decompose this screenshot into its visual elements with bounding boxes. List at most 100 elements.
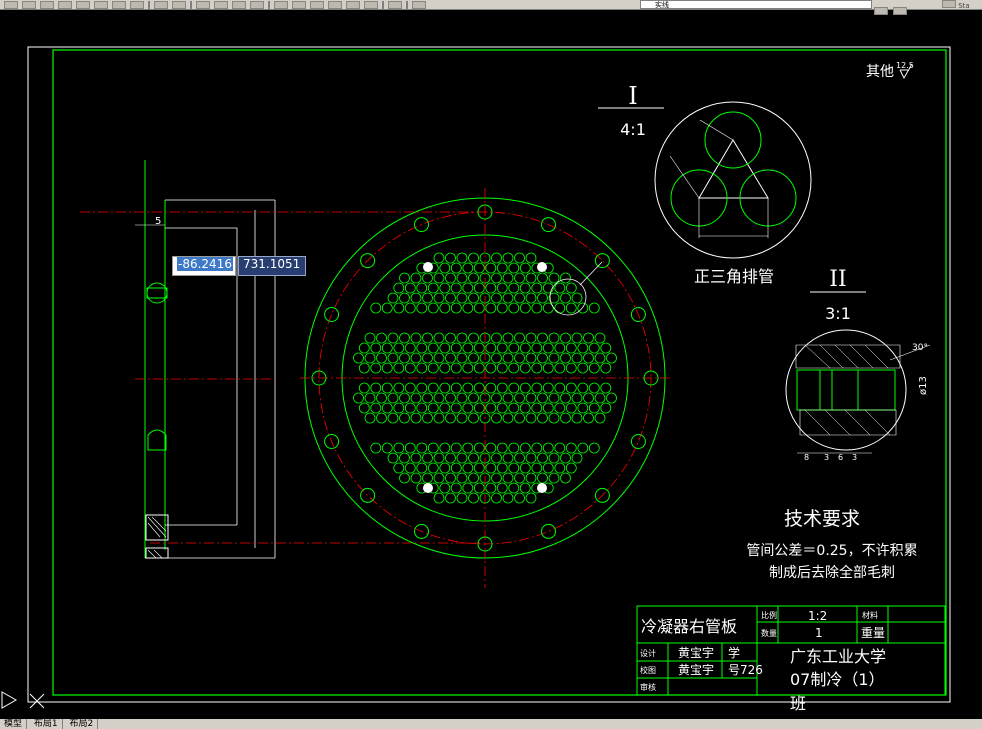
svg-text:1:2: 1:2: [808, 609, 827, 623]
tube-hole: [542, 382, 554, 394]
svg-text:3: 3: [824, 453, 829, 462]
tube-hole: [594, 332, 606, 344]
tube-hole: [588, 442, 600, 454]
tube-hole: [439, 382, 451, 394]
redo-icon[interactable]: [172, 0, 186, 9]
tube-hole: [588, 362, 600, 374]
tube-hole: [427, 442, 439, 454]
tube-hole: [571, 292, 583, 304]
tube-hole: [514, 412, 525, 424]
copy-icon[interactable]: [94, 0, 108, 9]
tube-hole: [594, 392, 606, 404]
dynamic-input-x[interactable]: -86.2416: [172, 256, 236, 276]
svg-text:07制冷（1）: 07制冷（1）: [790, 670, 885, 689]
tube-hole: [427, 402, 439, 414]
zoom-realtime-icon[interactable]: [214, 0, 228, 9]
zoom-previous-icon[interactable]: [250, 0, 264, 9]
tube-hole: [364, 392, 376, 404]
section-view: 5: [80, 160, 480, 559]
calculator-icon[interactable]: [364, 0, 378, 9]
tube-hole: [548, 332, 560, 344]
undo-icon[interactable]: [154, 0, 168, 9]
tube-hole: [381, 362, 393, 374]
tube-hole: [473, 362, 485, 374]
tube-hole: [508, 402, 520, 414]
tube-hole: [433, 252, 445, 264]
tube-hole: [450, 362, 462, 374]
layer-manager-icon[interactable]: [412, 0, 426, 9]
tab-model[interactable]: 模型: [0, 719, 28, 729]
tube-hole: [565, 282, 577, 294]
tube-hole: [399, 392, 410, 404]
tube-hole: [554, 342, 566, 354]
style-label[interactable]: Sta: [942, 0, 970, 10]
design-center-icon[interactable]: [292, 0, 306, 9]
tube-hole: [381, 442, 393, 454]
tube-hole: [491, 292, 502, 304]
tube-hole: [491, 272, 502, 284]
tube-hole: [393, 382, 405, 394]
tube-hole: [404, 382, 416, 394]
tube-hole: [468, 472, 479, 484]
tube-hole: [462, 482, 474, 494]
tube-hole: [353, 352, 364, 364]
tube-hole: [433, 392, 445, 404]
tube-hole: [416, 382, 428, 394]
tube-hole: [537, 392, 548, 404]
tube-hole: [548, 352, 560, 364]
tube-hole: [422, 292, 433, 304]
drawing-canvas[interactable]: 其他 12.5 5 I 4:1 正三角排管 II 3:1 30° ø13 8 3…: [0, 10, 982, 719]
tube-hole: [537, 332, 548, 344]
tab-layout2[interactable]: 布局2: [65, 719, 99, 729]
pan-icon[interactable]: [196, 0, 210, 9]
bolt-hole: [630, 434, 646, 449]
tube-hole: [548, 452, 560, 464]
tube-hole: [473, 442, 485, 454]
print-icon[interactable]: [58, 0, 72, 9]
tube-hole: [358, 342, 370, 354]
tube-hole: [496, 382, 508, 394]
sheet-set-icon[interactable]: [328, 0, 342, 9]
tube-hole: [473, 382, 485, 394]
properties-icon[interactable]: [274, 0, 288, 9]
tube-hole: [548, 412, 560, 424]
tube-hole: [508, 482, 520, 494]
tube-hole: [456, 392, 468, 404]
paste-icon[interactable]: [112, 0, 126, 9]
markup-icon[interactable]: [346, 0, 360, 9]
toolbar-separator: [406, 0, 408, 9]
help-icon[interactable]: [388, 0, 402, 9]
tube-hole: [462, 362, 474, 374]
tube-hole: [473, 282, 485, 294]
svg-text:材料: 材料: [862, 610, 878, 620]
layer-dropdown[interactable]: 实线: [640, 0, 872, 9]
text-style-icon[interactable]: [942, 0, 956, 8]
tube-hole: [462, 402, 474, 414]
tube-hole: [485, 342, 497, 354]
tube-hole: [353, 392, 364, 404]
tool-palette-icon[interactable]: [310, 0, 324, 9]
open-icon[interactable]: [22, 0, 36, 9]
tube-hole: [519, 362, 531, 374]
bolt-hole: [360, 487, 376, 503]
cut-icon[interactable]: [76, 0, 90, 9]
tube-hole: [468, 272, 479, 284]
tab-layout1[interactable]: 布局1: [29, 719, 63, 729]
dynamic-input-y[interactable]: 731.1051: [238, 256, 306, 276]
tube-hole: [519, 342, 531, 354]
tube-hole: [410, 332, 422, 344]
tube-hole: [514, 292, 525, 304]
tube-hole: [588, 402, 600, 414]
zoom-window-icon[interactable]: [232, 0, 246, 9]
tube-hole: [410, 292, 422, 304]
tube-hole: [485, 282, 497, 294]
svg-text:制成后去除全部毛刺: 制成后去除全部毛刺: [769, 564, 895, 581]
tube-hole: [571, 412, 583, 424]
save-icon[interactable]: [40, 0, 54, 9]
tube-hole: [600, 382, 612, 394]
match-properties-icon[interactable]: [130, 0, 144, 9]
tube-hole: [502, 412, 514, 424]
layer-tools[interactable]: [874, 0, 918, 15]
tube-hole: [531, 282, 543, 294]
new-icon[interactable]: [4, 0, 18, 9]
